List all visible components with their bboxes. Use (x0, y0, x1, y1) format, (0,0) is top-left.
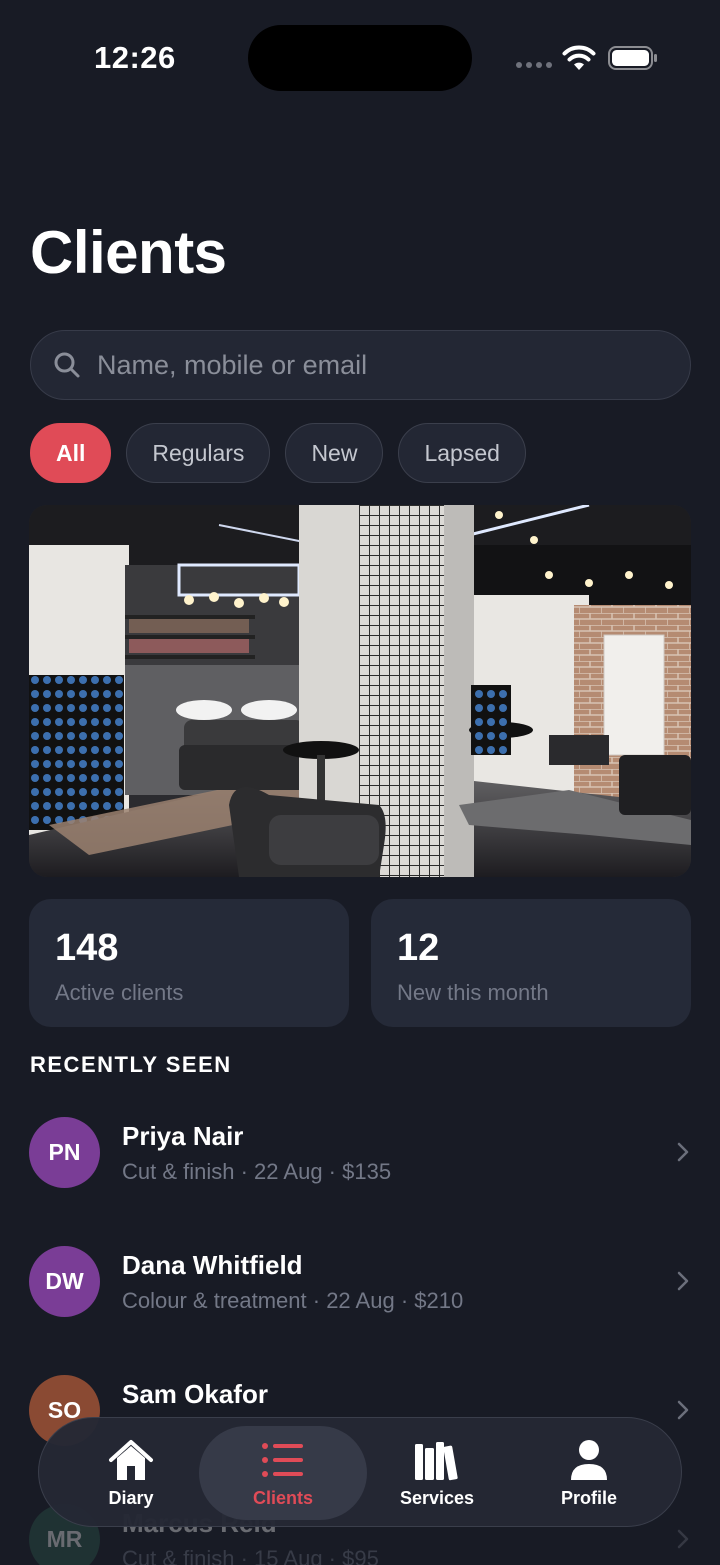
filter-chip-new[interactable]: New (285, 423, 384, 483)
dynamic-island (248, 25, 472, 91)
stat-value: 12 (397, 927, 440, 969)
tab-diary[interactable]: Diary (47, 1426, 215, 1520)
filter-chip-regulars[interactable]: Regulars (126, 423, 271, 483)
stat-label: New this month (397, 980, 549, 1005)
stat-card-new-this-month[interactable]: 12 New this month (371, 899, 691, 1027)
salon-hero-image (29, 505, 691, 877)
chevron-right-icon (677, 1400, 689, 1420)
tab-label: Clients (252, 1487, 313, 1508)
tab-label: Services (399, 1487, 475, 1508)
list-icon (262, 1442, 303, 1477)
client-name: Dana Whitfield (122, 1250, 303, 1280)
filter-chip-all[interactable]: All (30, 423, 112, 483)
chevron-right-icon (677, 1142, 689, 1162)
page-title: Clients (30, 219, 227, 286)
tab-label: Diary (108, 1487, 154, 1508)
wifi-icon (562, 45, 596, 70)
filter-chips: All Regulars New Lapsed (30, 423, 526, 483)
client-meta: Colour & treatment · 22 Aug · $210 (122, 1288, 464, 1313)
search-icon (54, 352, 80, 378)
tab-label: Profile (560, 1487, 617, 1508)
avatar: DW (29, 1246, 100, 1317)
client-name: Sam Okafor (122, 1379, 268, 1409)
home-icon (109, 1439, 153, 1480)
person-icon (571, 1439, 607, 1480)
avatar: PN (29, 1117, 100, 1188)
section-header-recently-seen: RECENTLY SEEN (30, 1052, 232, 1077)
client-row[interactable]: DW Dana Whitfield Colour & treatment · 2… (0, 1246, 720, 1356)
search-input[interactable] (97, 349, 637, 381)
filter-chip-lapsed[interactable]: Lapsed (398, 423, 526, 483)
stat-value: 148 (55, 927, 119, 969)
tab-profile[interactable]: Profile (505, 1426, 673, 1520)
stat-card-active-clients[interactable]: 148 Active clients (29, 899, 349, 1027)
status-time: 12:26 (94, 40, 176, 75)
books-icon (415, 1441, 458, 1480)
client-meta: Cut & finish · 15 Aug · $95 (122, 1546, 379, 1565)
search-box[interactable] (30, 330, 691, 400)
chevron-right-icon (677, 1271, 689, 1291)
status-bar: 12:26 (0, 0, 720, 120)
cellular-signal-icon (516, 62, 552, 68)
chevron-right-icon (677, 1529, 689, 1549)
client-row[interactable]: PN Priya Nair Cut & finish · 22 Aug · $1… (0, 1117, 720, 1227)
tab-clients[interactable]: Clients (199, 1426, 367, 1520)
client-meta: Cut & finish · 22 Aug · $135 (122, 1159, 392, 1184)
client-name: Priya Nair (122, 1121, 244, 1151)
stat-label: Active clients (55, 980, 184, 1005)
tab-bar: Diary Clients Services Profile (38, 1417, 682, 1527)
battery-icon (608, 46, 657, 70)
tab-services[interactable]: Services (353, 1426, 521, 1520)
